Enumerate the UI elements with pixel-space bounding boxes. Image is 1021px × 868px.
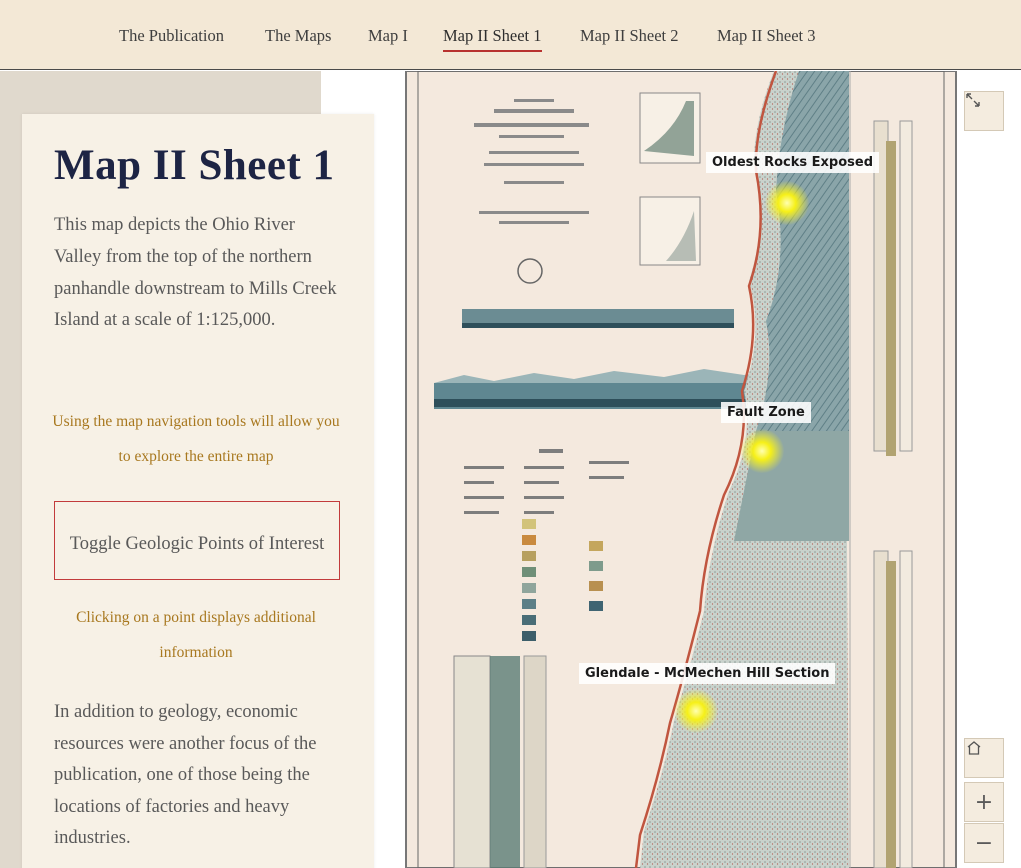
poi-label-oldest-rocks[interactable]: Oldest Rocks Exposed <box>706 152 880 173</box>
expand-icon <box>966 93 980 107</box>
poi-marker-oldest-rocks[interactable] <box>765 181 809 225</box>
nav-the-publication[interactable]: The Publication <box>119 26 224 46</box>
nav-map-ii-sheet-2[interactable]: Map II Sheet 2 <box>580 26 679 46</box>
page-title: Map II Sheet 1 <box>54 142 335 189</box>
navigation-hint: Using the map navigation tools will allo… <box>52 413 340 465</box>
click-hint: Clicking on a point displays additional … <box>76 609 316 661</box>
zoom-out-button[interactable]: − <box>964 823 1004 863</box>
nav-map-ii-sheet-3[interactable]: Map II Sheet 3 <box>717 26 816 46</box>
toggle-geologic-points-button[interactable]: Toggle Geologic Points of Interest <box>54 501 340 580</box>
zoom-in-button[interactable]: + <box>964 782 1004 822</box>
map-viewer[interactable]: Oldest Rocks Exposed Fault Zone Glendale… <box>404 71 1021 868</box>
poi-marker-glendale-mcmechen[interactable] <box>674 689 718 733</box>
nav-map-ii-sheet-1[interactable]: Map II Sheet 1 <box>443 26 542 52</box>
plus-icon: + <box>974 789 994 815</box>
intro-paragraph: This map depicts the Ohio River Valley f… <box>54 215 337 331</box>
poi-label-fault-zone[interactable]: Fault Zone <box>721 402 811 423</box>
home-button[interactable] <box>964 738 1004 778</box>
nav-map-i[interactable]: Map I <box>368 26 408 46</box>
top-navigation: The Publication The Maps Map I Map II Sh… <box>0 0 1021 70</box>
poi-marker-fault-zone[interactable] <box>740 429 784 473</box>
historic-geologic-map-image <box>405 71 957 868</box>
nav-the-maps[interactable]: The Maps <box>265 26 331 46</box>
poi-label-glendale-mcmechen[interactable]: Glendale - McMechen Hill Section <box>579 663 836 684</box>
minus-icon: − <box>974 830 994 856</box>
home-icon <box>967 741 981 755</box>
economic-resources-paragraph: In addition to geology, economic resourc… <box>54 702 317 849</box>
fullscreen-button[interactable] <box>964 91 1004 131</box>
